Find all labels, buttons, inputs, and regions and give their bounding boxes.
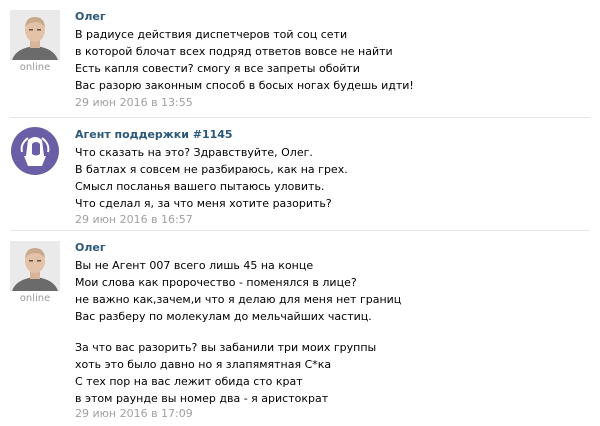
message-line: В радиусе действия диспетчеров той соц с… (75, 28, 348, 41)
message-line: В батлах я совсем не разбираюсь, как на … (75, 163, 348, 176)
support-agent-icon (11, 127, 59, 175)
online-status: online (19, 293, 51, 304)
online-status: online (19, 62, 51, 73)
message-line: в этом раунде вы номер два - я аристокра… (75, 392, 329, 405)
message-line: хоть это было давно но я злапямятная С*к… (75, 358, 332, 371)
message-line: Что сказать на это? Здравствуйте, Олег. (75, 146, 313, 159)
message-line: Смысл посланья вашего пытаюсь уловить. (75, 180, 325, 193)
message-line: Мои слова как пророчество - поменялся в … (75, 276, 357, 289)
message: online Олег Вы не Агент 007 всего лишь 4… (0, 231, 600, 426)
message-line: Вас разберу по молекулам до мельчайших ч… (75, 310, 372, 323)
message-timestamp[interactable]: 29 июн 2016 в 16:57 (75, 213, 193, 226)
message-timestamp[interactable]: 29 июн 2016 в 13:55 (75, 96, 193, 109)
author-name[interactable]: Олег (75, 241, 106, 254)
message: online Олег В радиусе действия диспетчер… (0, 0, 600, 118)
avatar[interactable] (10, 10, 60, 60)
message-timestamp[interactable]: 29 июн 2016 в 17:09 (75, 407, 193, 420)
message-line: Есть капля совести? смогу я все запреты … (75, 62, 360, 75)
avatar[interactable] (10, 126, 60, 176)
author-name[interactable]: Агент поддержки #1145 (75, 128, 233, 141)
message-line: За что вас разорить? вы забанили три мои… (75, 341, 377, 354)
user-photo-icon (10, 241, 60, 291)
message-line: С тех пор на вас лежит обида сто крат (75, 375, 303, 388)
message-line: не важно как,зачем,и что я делаю для мен… (75, 293, 402, 306)
message-line: Что сделал я, за что меня хотите разорит… (75, 197, 332, 210)
message-line: Вы не Агент 007 всего лишь 45 на конце (75, 259, 314, 272)
message-line: Вас разорю законным способ в босых ногах… (75, 79, 414, 92)
user-photo-icon (10, 10, 60, 60)
message: Агент поддержки #1145 Что сказать на это… (0, 118, 600, 230)
author-name[interactable]: Олег (75, 10, 106, 23)
message-line: в которой блочат всех подряд ответов вов… (75, 45, 393, 58)
avatar[interactable] (10, 241, 60, 291)
